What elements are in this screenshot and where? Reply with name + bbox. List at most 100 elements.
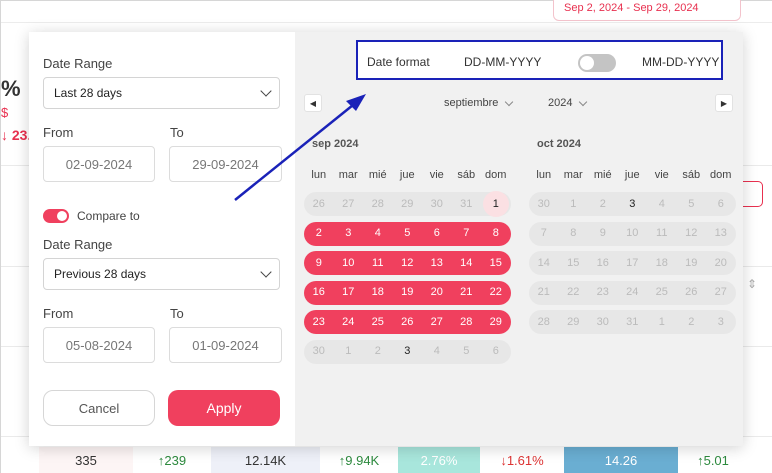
calendar-day[interactable]: 28 bbox=[363, 189, 393, 219]
calendar-week: 16 17 18 19 20 21 22 bbox=[304, 278, 511, 308]
calendar-day[interactable]: 29 bbox=[559, 307, 589, 337]
weekday-header: lun mar mié jue vie sáb dom bbox=[304, 161, 511, 189]
calendar-day[interactable]: 31 bbox=[618, 307, 648, 337]
kpi-delta: ↓ 23. bbox=[1, 127, 32, 143]
background-button[interactable] bbox=[743, 181, 763, 207]
calendar-day[interactable]: 21 bbox=[529, 278, 559, 308]
calendar-day[interactable]: 26 bbox=[304, 189, 334, 219]
calendar-day[interactable]: 29 bbox=[481, 307, 511, 337]
prev-month-button[interactable]: ◀ bbox=[304, 94, 322, 112]
calendar-day[interactable]: 4 bbox=[363, 219, 393, 249]
calendar-day[interactable]: 10 bbox=[618, 219, 648, 249]
calendar-day[interactable]: 2 bbox=[304, 219, 334, 249]
calendar-day[interactable]: 31 bbox=[452, 189, 482, 219]
calendar-day[interactable]: 6 bbox=[481, 337, 511, 367]
year-select[interactable]: 2024 bbox=[548, 97, 588, 109]
to-date-input[interactable]: 29-09-2024 bbox=[169, 146, 282, 182]
calendar-day[interactable]: 21 bbox=[452, 278, 482, 308]
calendar-day[interactable]: 1 bbox=[481, 189, 511, 219]
calendar-day[interactable]: 1 bbox=[334, 337, 364, 367]
calendar-day[interactable]: 30 bbox=[304, 337, 334, 367]
calendar-day[interactable]: 20 bbox=[422, 278, 452, 308]
calendar-day[interactable]: 15 bbox=[481, 248, 511, 278]
calendar-day[interactable]: 19 bbox=[393, 278, 423, 308]
compare-toggle[interactable] bbox=[43, 209, 69, 223]
calendar-day[interactable]: 17 bbox=[618, 248, 648, 278]
calendar-day[interactable]: 23 bbox=[588, 278, 618, 308]
calendar-day[interactable]: 3 bbox=[393, 337, 423, 367]
calendar-day[interactable]: 11 bbox=[647, 219, 677, 249]
from-date-input[interactable]: 02-09-2024 bbox=[43, 146, 155, 182]
calendar-day[interactable]: 3 bbox=[334, 219, 364, 249]
calendar-day[interactable]: 13 bbox=[706, 219, 736, 249]
calendar-day[interactable]: 2 bbox=[363, 337, 393, 367]
calendar-day[interactable]: 23 bbox=[304, 307, 334, 337]
calendar-day[interactable]: 27 bbox=[334, 189, 364, 219]
calendar-day[interactable]: 9 bbox=[304, 248, 334, 278]
calendar-day[interactable]: 27 bbox=[422, 307, 452, 337]
calendar-day[interactable]: 24 bbox=[334, 307, 364, 337]
calendar-day[interactable]: 9 bbox=[588, 219, 618, 249]
calendar-day[interactable]: 22 bbox=[481, 278, 511, 308]
calendar-day[interactable]: 1 bbox=[647, 307, 677, 337]
calendar-day[interactable]: 8 bbox=[481, 219, 511, 249]
calendar-day[interactable]: 11 bbox=[363, 248, 393, 278]
calendar-day[interactable]: 14 bbox=[529, 248, 559, 278]
calendar-day[interactable]: 16 bbox=[588, 248, 618, 278]
calendar-day[interactable]: 25 bbox=[363, 307, 393, 337]
calendar-day[interactable]: 5 bbox=[677, 189, 707, 219]
calendar-day[interactable]: 10 bbox=[334, 248, 364, 278]
calendar-day[interactable]: 4 bbox=[422, 337, 452, 367]
calendar-day[interactable]: 12 bbox=[677, 219, 707, 249]
calendar-day[interactable]: 26 bbox=[677, 278, 707, 308]
calendar-day[interactable]: 16 bbox=[304, 278, 334, 308]
calendar-day[interactable]: 14 bbox=[452, 248, 482, 278]
calendar-day[interactable]: 2 bbox=[588, 189, 618, 219]
next-month-button[interactable]: ▶ bbox=[715, 94, 733, 112]
calendar-day[interactable]: 17 bbox=[334, 278, 364, 308]
calendar-day[interactable]: 3 bbox=[706, 307, 736, 337]
calendar-day[interactable]: 1 bbox=[559, 189, 589, 219]
calendar-day[interactable]: 29 bbox=[393, 189, 423, 219]
calendar-day[interactable]: 26 bbox=[393, 307, 423, 337]
date-range-select[interactable]: Last 28 days bbox=[43, 77, 280, 109]
calendar-day[interactable]: 24 bbox=[618, 278, 648, 308]
calendar-day[interactable]: 30 bbox=[529, 189, 559, 219]
calendar-day[interactable]: 18 bbox=[363, 278, 393, 308]
calendar-day[interactable]: 18 bbox=[647, 248, 677, 278]
calendar-day[interactable]: 13 bbox=[422, 248, 452, 278]
calendar-day[interactable]: 27 bbox=[706, 278, 736, 308]
date-format-toggle[interactable] bbox=[578, 54, 616, 72]
format-option-dmy[interactable]: DD-MM-YYYY bbox=[464, 55, 541, 69]
calendar-day[interactable]: 7 bbox=[452, 219, 482, 249]
compare-from-input[interactable]: 05-08-2024 bbox=[43, 327, 155, 363]
date-range-chip[interactable]: Sep 2, 2024 - Sep 29, 2024 bbox=[553, 0, 741, 135]
calendar-day[interactable]: 30 bbox=[588, 307, 618, 337]
calendar-day[interactable]: 5 bbox=[452, 337, 482, 367]
calendar-day[interactable]: 2 bbox=[677, 307, 707, 337]
compare-range-select[interactable]: Previous 28 days bbox=[43, 258, 280, 290]
calendar-day[interactable]: 15 bbox=[559, 248, 589, 278]
calendar-day[interactable]: 3 bbox=[618, 189, 648, 219]
calendar-day[interactable]: 6 bbox=[706, 189, 736, 219]
calendar-day[interactable]: 8 bbox=[559, 219, 589, 249]
calendar-day[interactable]: 28 bbox=[452, 307, 482, 337]
table-cell: ↑5.01 bbox=[678, 447, 748, 473]
compare-to-input[interactable]: 01-09-2024 bbox=[169, 327, 282, 363]
calendar-day[interactable]: 25 bbox=[647, 278, 677, 308]
month-select[interactable]: septiembre bbox=[444, 97, 514, 109]
calendar-day[interactable]: 6 bbox=[422, 219, 452, 249]
calendar-day[interactable]: 20 bbox=[706, 248, 736, 278]
calendar-day[interactable]: 22 bbox=[559, 278, 589, 308]
cancel-button[interactable]: Cancel bbox=[43, 390, 155, 426]
format-option-mdy[interactable]: MM-DD-YYYY bbox=[642, 55, 719, 69]
sort-icon[interactable]: ⇕ bbox=[747, 277, 757, 291]
calendar-day[interactable]: 5 bbox=[393, 219, 423, 249]
calendar-day[interactable]: 7 bbox=[529, 219, 559, 249]
calendar-day[interactable]: 4 bbox=[647, 189, 677, 219]
calendar-day[interactable]: 28 bbox=[529, 307, 559, 337]
calendar-day[interactable]: 12 bbox=[393, 248, 423, 278]
calendar-day[interactable]: 30 bbox=[422, 189, 452, 219]
calendar-day[interactable]: 19 bbox=[677, 248, 707, 278]
apply-button[interactable]: Apply bbox=[168, 390, 280, 426]
